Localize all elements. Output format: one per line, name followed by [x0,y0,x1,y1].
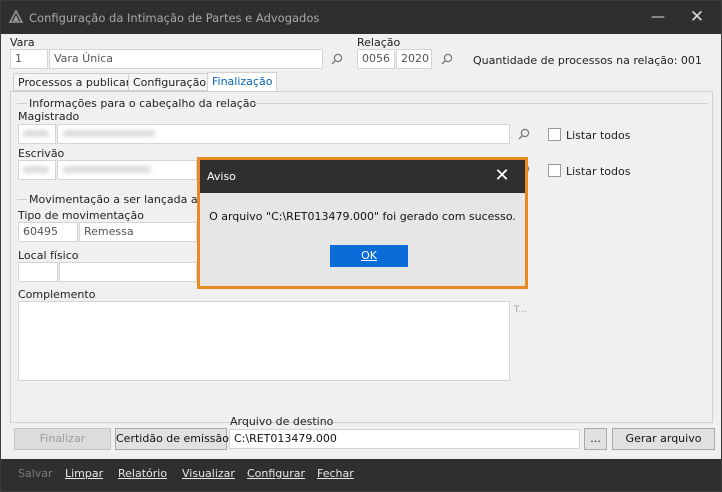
fechar-menu-item[interactable]: Fechar [317,467,354,480]
redacted-text [63,166,151,173]
relacao-year-input[interactable]: 2020 [396,49,432,69]
group-border [253,103,708,104]
redacted-text [23,130,49,137]
app-logo-icon [9,10,23,23]
tab-configuracao[interactable]: Configuração [128,73,212,91]
minimize-button[interactable]: — [646,5,670,29]
listar-todos-escrivao-label: Listar todos [566,165,631,178]
ok-button[interactable]: OK [330,245,408,267]
tipo-code-input[interactable]: 60495 [18,222,78,242]
limpar-menu-item[interactable]: Limpar [65,467,103,480]
local-name-input[interactable] [59,262,197,282]
configurar-menu-item[interactable]: Configurar [247,467,305,480]
magistrado-search-icon[interactable] [518,128,530,140]
redacted-text [63,130,155,137]
relacao-number-input[interactable]: 0056 [357,49,395,69]
main-window: Configuração da Intimação de Partes e Ad… [0,0,722,492]
tab-processos-a-publicar[interactable]: Processos a publicar [13,73,136,91]
tab-finalizacao[interactable]: Finalização [207,72,278,92]
redacted-text [23,166,49,173]
complemento-textarea[interactable] [18,301,510,381]
escrivao-label: Escrivão [18,147,65,160]
local-fisico-label: Local físico [18,249,79,262]
tipo-movimentacao-label: Tipo de movimentação [18,209,144,222]
certidao-emissao-label: Certidão de emissão [116,432,230,445]
relatorio-menu-item[interactable]: Relatório [118,467,167,480]
gerar-arquivo-label: Gerar arquivo [625,432,702,445]
listar-todos-escrivao-checkbox[interactable] [548,164,561,177]
movement-group-title: Movimentação a ser lançada ao fi [29,193,215,206]
gerar-arquivo-button[interactable]: Gerar arquivo [612,428,715,450]
arquivo-destino-input[interactable]: C:\RET013479.000 [229,429,580,449]
tipo-name-input[interactable]: Remessa [79,222,197,242]
dialog-title: Aviso [207,170,236,183]
aviso-dialog: Aviso ✕ O arquivo "C:\RET013479.000" foi… [197,157,528,289]
magistrado-label: Magistrado [18,110,80,123]
bottom-menu-bar: Salvar Limpar Relatório Visualizar Confi… [1,459,721,491]
vara-search-icon[interactable] [331,53,343,65]
group-border [17,199,27,200]
header-group-title: Informações para o cabeçalho da relação [29,97,257,110]
title-bar[interactable]: Configuração da Intimação de Partes e Ad… [1,1,721,34]
complemento-hint: T... [514,305,528,315]
relacao-search-icon[interactable] [441,53,453,65]
browse-button[interactable]: ... [584,428,607,450]
dialog-close-icon[interactable]: ✕ [490,164,514,188]
window-title: Configuração da Intimação de Partes e Ad… [29,11,320,25]
relacao-label: Relação [357,36,401,49]
dialog-message: O arquivo "C:\RET013479.000" foi gerado … [209,210,516,223]
vara-name-input[interactable]: Vara Única [49,49,323,69]
local-code-input[interactable] [18,262,58,282]
salvar-menu-item[interactable]: Salvar [18,467,53,480]
listar-todos-magistrado-label: Listar todos [566,129,631,142]
certidao-emissao-button[interactable]: Certidão de emissão [115,428,230,450]
listar-todos-magistrado-checkbox[interactable] [548,128,561,141]
dialog-title-bar[interactable]: Aviso ✕ [200,160,525,193]
close-window-button[interactable]: ✕ [684,5,710,29]
vara-code-input[interactable]: 1 [10,49,48,69]
quantity-text: Quantidade de processos na relação: 001 [473,54,702,67]
arquivo-destino-label: Arquivo de destino [230,415,334,428]
vara-label: Vara [10,36,35,49]
complemento-label: Complemento [18,288,96,301]
finalizar-button[interactable]: Finalizar [14,428,111,450]
visualizar-menu-item[interactable]: Visualizar [182,467,235,480]
group-border [17,103,27,104]
